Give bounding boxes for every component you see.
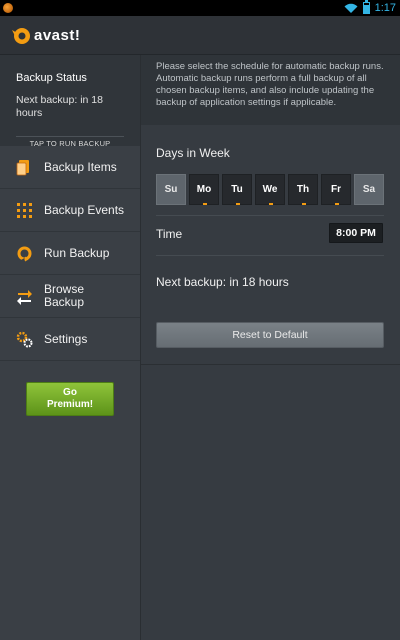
divider bbox=[141, 364, 400, 365]
sidebar-item-label: Backup Items bbox=[44, 159, 117, 174]
day-toggle-saturday[interactable]: Sa bbox=[354, 174, 384, 205]
divider bbox=[16, 136, 124, 137]
day-selector: Su Mo Tu We Th Fr Sa bbox=[156, 174, 384, 205]
sidebar-item-label: Browse Backup bbox=[44, 282, 85, 309]
schedule-description: Please select the schedule for automatic… bbox=[141, 55, 400, 125]
app-logo: avast! bbox=[10, 24, 80, 46]
tap-to-run-backup[interactable]: TAP TO RUN BACKUP bbox=[16, 139, 124, 148]
backup-items-icon bbox=[16, 159, 29, 175]
day-toggle-friday[interactable]: Fr bbox=[321, 174, 351, 205]
day-toggle-tuesday[interactable]: Tu bbox=[222, 174, 252, 205]
day-toggle-thursday[interactable]: Th bbox=[288, 174, 318, 205]
clock: 1:17 bbox=[374, 2, 396, 14]
time-label: Time bbox=[156, 227, 183, 241]
next-backup-label: Next backup: in 18 hours bbox=[156, 275, 289, 289]
go-premium-button[interactable]: Go Premium! bbox=[26, 382, 114, 416]
gear-icon bbox=[16, 331, 33, 347]
sidebar-item-label: Settings bbox=[44, 331, 88, 346]
logo-text: avast! bbox=[34, 26, 81, 44]
transfer-arrows-icon bbox=[17, 289, 32, 305]
avast-logo-icon bbox=[12, 28, 30, 44]
refresh-icon bbox=[17, 246, 32, 262]
backup-status-panel[interactable]: Backup Status Next backup: in 18 hours T… bbox=[0, 55, 140, 148]
app-notification-icon bbox=[3, 3, 13, 13]
grid-icon bbox=[17, 202, 32, 218]
reset-to-default-button[interactable]: Reset to Default bbox=[156, 322, 384, 348]
next-backup-text: Next backup: in 18 hours bbox=[16, 94, 103, 119]
sidebar-item-backup-events[interactable]: Backup Events bbox=[0, 189, 140, 232]
status-indicators: 1:17 bbox=[344, 0, 396, 16]
days-in-week-title: Days in Week bbox=[156, 146, 230, 160]
sidebar-item-label: Backup Events bbox=[44, 202, 125, 217]
wifi-icon bbox=[344, 3, 358, 13]
day-toggle-wednesday[interactable]: We bbox=[255, 174, 285, 205]
system-status-bar: 1:17 bbox=[0, 0, 400, 16]
schedule-panel: Please select the schedule for automatic… bbox=[141, 55, 400, 640]
action-bar: avast! bbox=[0, 16, 400, 55]
battery-icon bbox=[362, 0, 370, 14]
day-toggle-monday[interactable]: Mo bbox=[189, 174, 219, 205]
backup-status-title: Backup Status bbox=[16, 72, 87, 84]
sidebar: Backup Status Next backup: in 18 hours T… bbox=[0, 55, 141, 640]
sidebar-menu: Backup Items Backup Events Run Backup Br… bbox=[0, 146, 140, 361]
sidebar-item-browse-backup[interactable]: Browse Backup bbox=[0, 275, 140, 318]
time-picker-button[interactable]: 8:00 PM bbox=[329, 223, 383, 243]
sidebar-item-label: Run Backup bbox=[44, 245, 110, 260]
divider bbox=[156, 215, 384, 216]
divider bbox=[156, 255, 384, 256]
day-toggle-sunday[interactable]: Su bbox=[156, 174, 186, 205]
sidebar-item-backup-items[interactable]: Backup Items bbox=[0, 146, 140, 189]
sidebar-item-settings[interactable]: Settings bbox=[0, 318, 140, 361]
sidebar-item-run-backup[interactable]: Run Backup bbox=[0, 232, 140, 275]
